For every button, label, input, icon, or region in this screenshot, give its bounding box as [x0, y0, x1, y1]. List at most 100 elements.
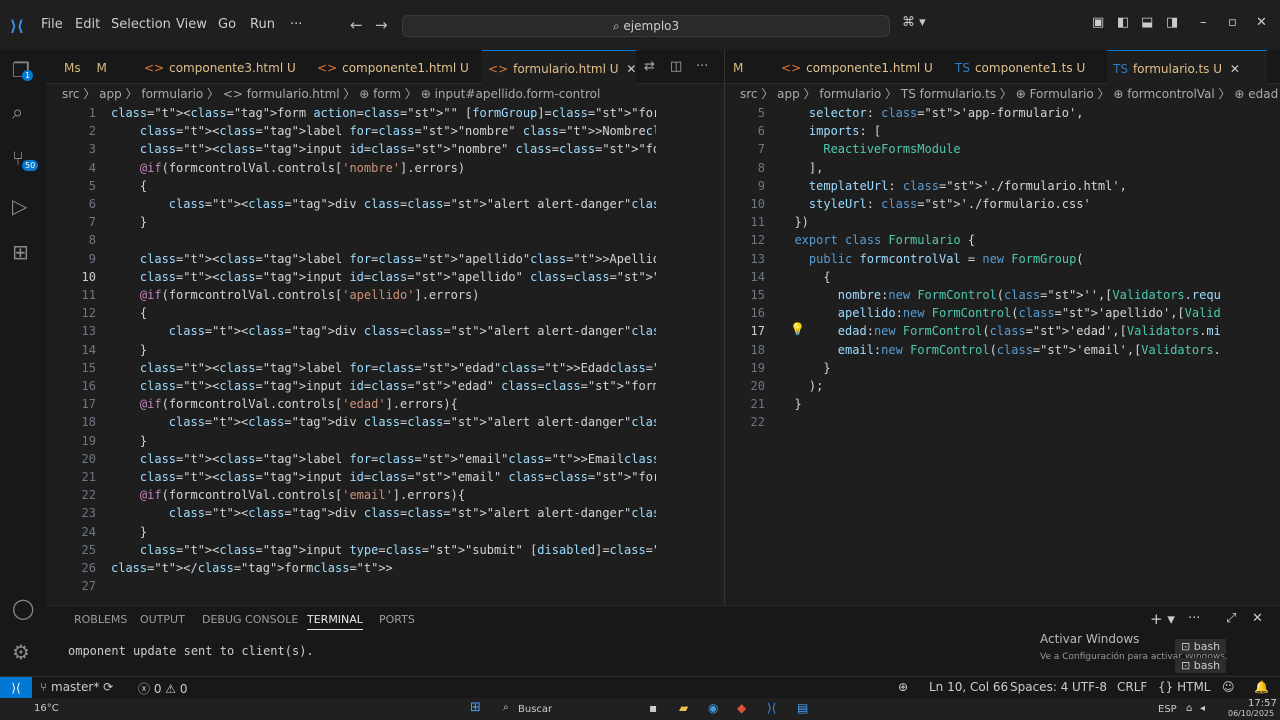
- code-line[interactable]: 19 }: [56, 432, 148, 450]
- code-line[interactable]: 12 {: [56, 304, 148, 322]
- tab-componente1-ts[interactable]: TS componente1.ts U: [949, 50, 1091, 84]
- compare-icon[interactable]: ⇄: [644, 59, 655, 74]
- code-line[interactable]: 14 }: [56, 341, 148, 359]
- lightbulb-icon[interactable]: 💡: [790, 322, 805, 336]
- code-line[interactable]: 2 class="t"><class="tag">label for=class…: [56, 122, 656, 140]
- edge-icon[interactable]: ◉: [708, 701, 718, 715]
- back-arrow-icon[interactable]: ←: [350, 16, 363, 34]
- code-line[interactable]: 15 nombre:new FormControl(class="st">'',…: [725, 286, 1220, 304]
- code-line[interactable]: 9 class="t"><class="tag">label for=class…: [56, 250, 656, 268]
- code-line[interactable]: 26 class="t"></class="tag">formclass="t">…: [56, 559, 393, 577]
- new-terminal-icon[interactable]: + ▾: [1150, 610, 1175, 628]
- minimize-icon[interactable]: –: [1200, 15, 1207, 30]
- right-editor[interactable]: 5 selector: class="st">'app-formulario',…: [725, 104, 1220, 594]
- toggle-panel-icon[interactable]: ⬓: [1141, 15, 1153, 30]
- close-panel-icon[interactable]: ✕: [1252, 611, 1263, 626]
- menu-selection[interactable]: Selection: [111, 17, 171, 32]
- breadcrumb-right[interactable]: src 〉 app 〉 formulario 〉 TS formulario.t…: [740, 84, 1278, 104]
- panel-more-icon[interactable]: ···: [1188, 611, 1200, 626]
- code-line[interactable]: 17 edad:new FormControl(class="st">'edad…: [725, 322, 1220, 340]
- code-line[interactable]: 13 class="t"><class="tag">div class=clas…: [56, 322, 656, 340]
- code-line[interactable]: 5 {: [56, 177, 147, 195]
- code-line[interactable]: 9 templateUrl: class="st">'./formulario.…: [725, 177, 1127, 195]
- layout-icon[interactable]: ▣: [1092, 15, 1104, 30]
- toggle-secondary-sidebar-icon[interactable]: ◨: [1166, 15, 1178, 30]
- clock-date[interactable]: 06/10/2025: [1228, 709, 1274, 718]
- more-actions-icon[interactable]: ···: [696, 59, 708, 74]
- tab-componente1-html-right[interactable]: <> componente1.html U: [775, 50, 939, 84]
- code-line[interactable]: 17 @if(formcontrolVal.controls['edad'].e…: [56, 395, 458, 413]
- zoom-icon[interactable]: ⊕: [898, 680, 908, 694]
- encoding[interactable]: UTF-8: [1072, 680, 1107, 694]
- tab-debug-console[interactable]: DEBUG CONSOLE: [202, 613, 298, 626]
- code-line[interactable]: 6 class="t"><class="tag">div class=class…: [56, 195, 656, 213]
- tab-ports[interactable]: PORTS: [379, 613, 415, 626]
- maximize-panel-icon[interactable]: ⤢: [1226, 611, 1236, 626]
- terminal-instance-bash-2[interactable]: ⊡ bash: [1175, 658, 1227, 673]
- terminal-instance-bash-1[interactable]: ⊡ bash: [1175, 639, 1227, 654]
- code-line[interactable]: 18 email:new FormControl(class="st">'ema…: [725, 341, 1220, 359]
- indentation[interactable]: Spaces: 4: [1010, 680, 1068, 694]
- code-line[interactable]: 22: [725, 413, 765, 431]
- tab-m[interactable]: M: [727, 50, 749, 84]
- code-line[interactable]: 18 class="t"><class="tag">div class=clas…: [56, 413, 656, 431]
- taskbar-search[interactable]: Buscar: [518, 704, 552, 715]
- app-icon[interactable]: ▤: [797, 701, 808, 715]
- code-line[interactable]: 4 @if(formcontrolVal.controls['nombre'].…: [56, 159, 465, 177]
- code-line[interactable]: 23 class="t"><class="tag">div class=clas…: [56, 504, 656, 522]
- menu-more[interactable]: ···: [290, 17, 302, 32]
- code-line[interactable]: 21 }: [725, 395, 802, 413]
- tab-componente1-html[interactable]: <> componente1.html U: [311, 50, 475, 84]
- settings-gear-icon[interactable]: ⚙: [12, 640, 30, 664]
- breadcrumb-left[interactable]: src 〉 app 〉 formulario 〉 <> formulario.h…: [62, 84, 600, 104]
- toggle-sidebar-icon[interactable]: ◧: [1117, 15, 1129, 30]
- tab-formulario-html[interactable]: <> formulario.html U ✕: [482, 50, 636, 84]
- code-line[interactable]: 12 export class Formulario {: [725, 231, 976, 249]
- code-line[interactable]: 5 selector: class="st">'app-formulario',: [725, 104, 1084, 122]
- tab-terminal[interactable]: TERMINAL: [307, 613, 363, 630]
- run-debug-icon[interactable]: ▷: [12, 194, 27, 218]
- close-tab-icon[interactable]: ✕: [626, 62, 636, 76]
- command-center-search[interactable]: ⌕ ejemplo3: [402, 15, 890, 37]
- code-line[interactable]: 1 class="t"><class="tag">form action=clas…: [56, 104, 656, 122]
- end-of-line[interactable]: CRLF: [1117, 680, 1147, 694]
- left-editor[interactable]: 1 class="t"><class="tag">form action=clas…: [56, 104, 656, 594]
- taskbar-search-icon[interactable]: ⌕: [503, 702, 509, 713]
- remote-icon[interactable]: ⟩⟨: [0, 677, 32, 699]
- extensions-icon[interactable]: ⊞: [12, 240, 29, 264]
- copilot-status-icon[interactable]: ☺: [1222, 680, 1235, 694]
- code-line[interactable]: 7 ReactiveFormsModule: [725, 140, 961, 158]
- code-line[interactable]: 10 styleUrl: class="st">'./formulario.cs…: [725, 195, 1091, 213]
- code-line[interactable]: 22 @if(formcontrolVal.controls['email'].…: [56, 486, 466, 504]
- weather-text[interactable]: 16°C: [34, 703, 59, 714]
- menu-run[interactable]: Run: [250, 17, 275, 32]
- code-line[interactable]: 6 imports: [: [725, 122, 881, 140]
- code-line[interactable]: 21 class="t"><class="tag">input id=class…: [56, 468, 656, 486]
- language-mode[interactable]: {} HTML: [1158, 680, 1211, 694]
- code-line[interactable]: 16 apellido:new FormControl(class="st">'…: [725, 304, 1220, 322]
- network-icon[interactable]: ⌂: [1186, 703, 1192, 714]
- code-line[interactable]: 13 public formcontrolVal = new FormGroup…: [725, 250, 1084, 268]
- branch-status[interactable]: ⑂ master* ⟳: [40, 680, 113, 694]
- tab-ms[interactable]: Ms M: [58, 50, 113, 84]
- tab-formulario-ts[interactable]: TS formulario.ts U ✕: [1107, 50, 1267, 84]
- cursor-position[interactable]: Ln 10, Col 66: [929, 680, 1008, 694]
- code-line[interactable]: 25 class="t"><class="tag">input type=cla…: [56, 541, 656, 559]
- close-window-icon[interactable]: ✕: [1256, 15, 1267, 30]
- code-line[interactable]: 24 }: [56, 523, 148, 541]
- code-line[interactable]: 27: [56, 577, 96, 594]
- menu-file[interactable]: File: [41, 17, 63, 32]
- task-view-icon[interactable]: ▪: [649, 701, 657, 715]
- code-line[interactable]: 15 class="t"><class="tag">label for=clas…: [56, 359, 656, 377]
- search-icon[interactable]: ⌕: [12, 100, 23, 124]
- notifications-icon[interactable]: 🔔: [1254, 680, 1269, 694]
- tab-output[interactable]: OUTPUT: [140, 613, 185, 626]
- terminal-output[interactable]: omponent update sent to client(s).: [68, 644, 314, 658]
- maximize-icon[interactable]: ▫: [1228, 15, 1237, 30]
- language-indicator[interactable]: ESP: [1158, 704, 1177, 715]
- code-line[interactable]: 10 class="t"><class="tag">input id=class…: [56, 268, 656, 286]
- vscode-taskbar-icon[interactable]: ⟩⟨: [767, 701, 776, 715]
- code-line[interactable]: 8: [56, 231, 96, 249]
- forward-arrow-icon[interactable]: →: [375, 16, 388, 34]
- menu-view[interactable]: View: [176, 17, 207, 32]
